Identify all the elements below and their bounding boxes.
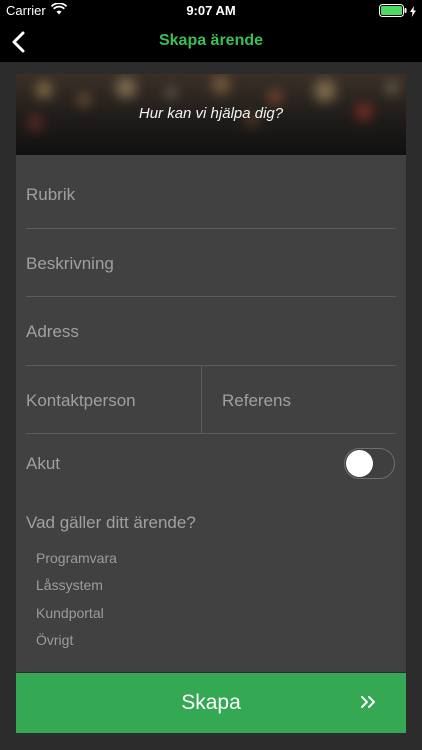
adress-field[interactable]: Adress [26,322,79,342]
category-option-lassystem[interactable]: Låssystem [36,577,103,593]
charging-icon [410,5,416,20]
divider [26,296,396,297]
hero-tagline: Hur kan vi hjälpa dig? [138,105,284,122]
beskrivning-field[interactable]: Beskrivning [26,254,114,274]
vertical-divider [201,366,202,433]
toggle-knob [346,450,373,477]
status-right [379,4,416,20]
hero-banner: Hur kan vi hjälpa dig? [16,74,406,155]
divider [26,228,396,229]
akut-toggle[interactable] [344,448,395,479]
battery-icon [379,4,407,20]
status-bar: Carrier 9:07 AM [0,0,422,22]
navigation-bar: Skapa ärende [0,22,422,62]
akut-label: Akut [26,454,61,473]
create-case-form: Hur kan vi hjälpa dig? Rubrik Beskrivnin… [16,74,406,672]
rubrik-field[interactable]: Rubrik [26,185,75,205]
kontaktperson-field[interactable]: Kontaktperson [26,391,136,411]
category-question: Vad gäller ditt ärende? [26,513,196,532]
double-chevron-right-icon [360,695,376,714]
divider [26,365,396,366]
referens-field[interactable]: Referens [222,391,291,411]
skapa-button-label: Skapa [181,691,241,714]
category-option-kundportal[interactable]: Kundportal [36,605,104,621]
category-option-ovrigt[interactable]: Övrigt [36,632,73,648]
divider [26,433,396,434]
skapa-button[interactable]: Skapa [16,673,406,733]
category-option-programvara[interactable]: Programvara [36,550,117,566]
status-time: 9:07 AM [186,3,236,18]
page-title: Skapa ärende [158,32,264,49]
